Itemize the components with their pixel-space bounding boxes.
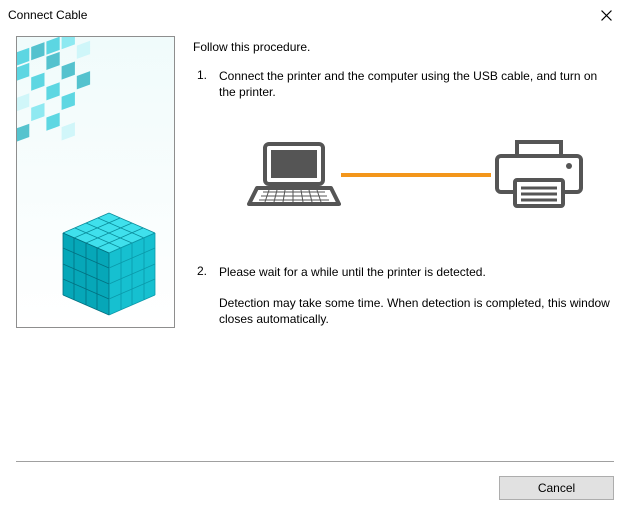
footer-buttons: Cancel bbox=[499, 476, 614, 500]
step-1-number: 1. bbox=[193, 68, 207, 250]
title-bar: Connect Cable bbox=[0, 0, 630, 30]
step-2-note: Detection may take some time. When detec… bbox=[219, 295, 614, 327]
step-2-number: 2. bbox=[193, 264, 207, 327]
step-2-body: Please wait for a while until the printe… bbox=[219, 264, 614, 327]
cube-graphic bbox=[59, 211, 159, 321]
step-2: 2. Please wait for a while until the pri… bbox=[193, 264, 614, 327]
close-button[interactable] bbox=[586, 1, 626, 29]
connection-diagram bbox=[219, 140, 614, 210]
step-1-text: Connect the printer and the computer usi… bbox=[219, 68, 614, 100]
step-1-body: Connect the printer and the computer usi… bbox=[219, 68, 614, 250]
intro-text: Follow this procedure. bbox=[193, 40, 614, 54]
footer-divider bbox=[16, 461, 614, 462]
laptop-icon bbox=[247, 140, 341, 210]
usb-cable-icon bbox=[341, 172, 491, 178]
printer-icon bbox=[491, 140, 587, 210]
cube-grid-graphic bbox=[16, 37, 175, 227]
step-1: 1. Connect the printer and the computer … bbox=[193, 68, 614, 250]
dialog-content: Follow this procedure. 1. Connect the pr… bbox=[0, 30, 630, 341]
window-title: Connect Cable bbox=[8, 8, 87, 22]
instructions-panel: Follow this procedure. 1. Connect the pr… bbox=[193, 36, 614, 341]
decorative-image bbox=[16, 36, 175, 328]
cancel-button[interactable]: Cancel bbox=[499, 476, 614, 500]
step-2-text: Please wait for a while until the printe… bbox=[219, 264, 614, 280]
close-icon bbox=[601, 10, 612, 21]
